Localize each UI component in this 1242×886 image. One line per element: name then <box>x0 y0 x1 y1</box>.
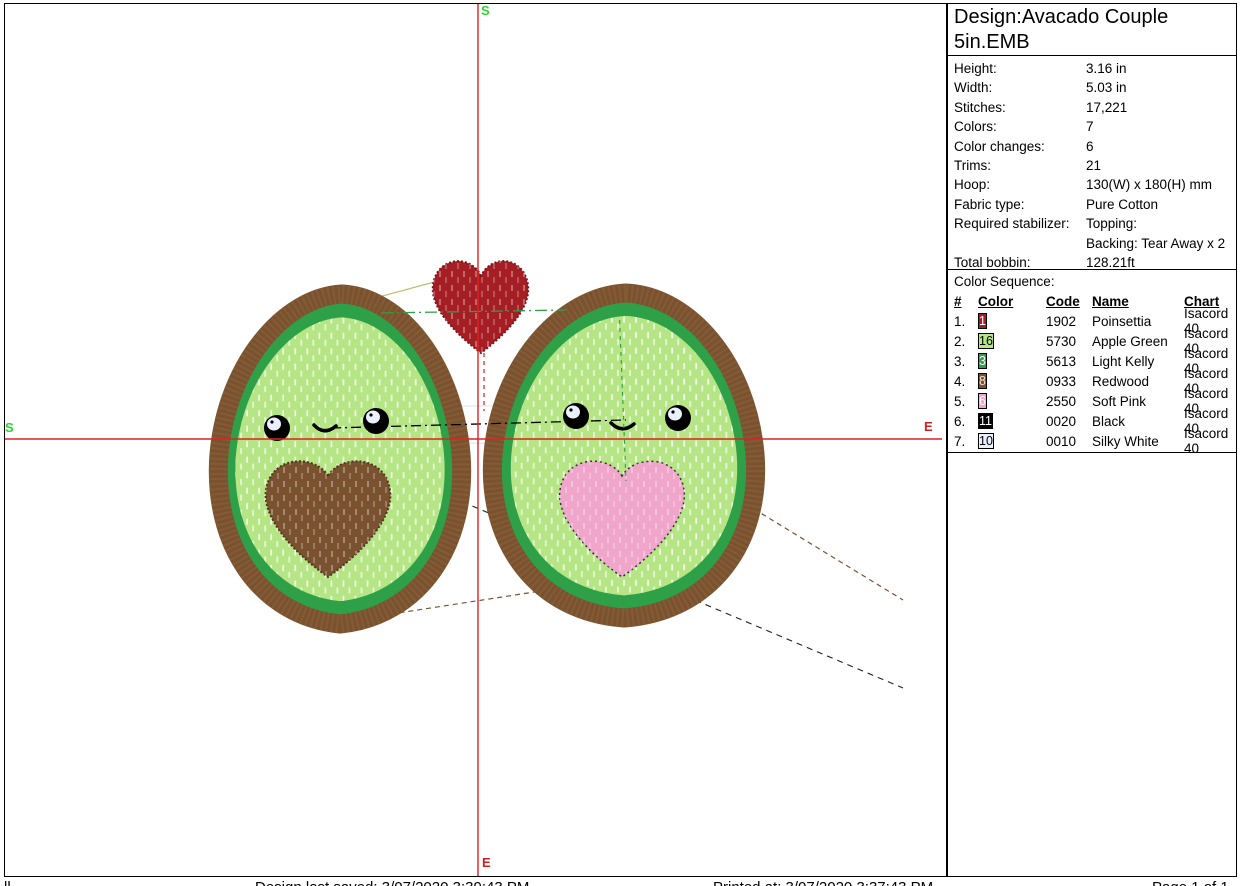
thread-swatch: 8 <box>978 373 987 389</box>
thread-code: 0010 <box>1046 434 1092 449</box>
thread-swatch: 6 <box>978 393 987 409</box>
thread-code: 0020 <box>1046 414 1092 429</box>
thread-swatch: 16 <box>978 333 994 349</box>
col-code: Code <box>1046 294 1092 309</box>
swatch-cell: 8 <box>978 373 1046 389</box>
row-num: 2. <box>954 334 978 349</box>
spec-value: Pure Cotton <box>1086 195 1236 214</box>
design-canvas <box>4 3 947 877</box>
row-num: 7. <box>954 434 978 449</box>
thread-name: Black <box>1092 414 1184 429</box>
spec-value: 21 <box>1086 156 1236 175</box>
spec-fabric: Fabric type: Pure Cotton <box>954 195 1236 214</box>
spec-colors: Colors: 7 <box>954 117 1236 136</box>
spec-label: Colors: <box>954 117 1086 136</box>
col-color: Color <box>978 294 1046 309</box>
swatch-cell: 1 <box>978 313 1046 329</box>
left-avocado <box>218 294 461 624</box>
print-preview-page: S S E E Design:Avacado Couple 5in.EMB He… <box>0 0 1242 886</box>
footer-printed-at: Printed at: 3/07/2020 3:37:43 PM <box>713 879 933 886</box>
swatch-cell: 3 <box>978 353 1046 369</box>
design-title: Design:Avacado Couple 5in.EMB <box>954 6 1168 53</box>
right-avocado <box>492 293 755 618</box>
spec-label: Fabric type: <box>954 195 1086 214</box>
design-specs-box: Height: 3.16 in Width: 5.03 in Stitches:… <box>947 55 1237 270</box>
design-title-box: Design:Avacado Couple 5in.EMB <box>947 3 1237 56</box>
thread-chart: Isacord 40 <box>1184 426 1230 456</box>
spec-label: Required stabilizer: <box>954 214 1086 253</box>
thread-name: Poinsettia <box>1092 314 1184 329</box>
thread-code: 0933 <box>1046 374 1092 389</box>
stabilizer-backing: Backing: Tear Away x 2 <box>1086 236 1225 251</box>
thread-swatch: 3 <box>978 353 987 369</box>
end-marker-right: E <box>924 420 933 433</box>
red-heart <box>433 261 529 353</box>
spec-label: Color changes: <box>954 137 1086 156</box>
color-sequence-heading: Color Sequence: <box>954 272 1230 291</box>
start-marker-left: S <box>5 421 14 434</box>
spec-value: 5.03 in <box>1086 78 1236 97</box>
row-num: 5. <box>954 394 978 409</box>
col-name: Name <box>1092 294 1184 309</box>
swatch-cell: 6 <box>978 393 1046 409</box>
col-num: # <box>954 294 978 309</box>
swatch-cell: 16 <box>978 333 1046 349</box>
swatch-cell: 11 <box>978 413 1046 429</box>
footer-fragment: ll <box>4 879 11 886</box>
stabilizer-topping: Topping: <box>1086 216 1137 231</box>
spec-stitches: Stitches: 17,221 <box>954 98 1236 117</box>
thread-name: Apple Green <box>1092 334 1184 349</box>
spec-value: Topping: Backing: Tear Away x 2 <box>1086 214 1236 253</box>
thread-code: 2550 <box>1046 394 1092 409</box>
spec-color-changes: Color changes: 6 <box>954 137 1236 156</box>
row-num: 6. <box>954 414 978 429</box>
spec-label: Hoop: <box>954 175 1086 194</box>
footer-page-number: Page 1 of 1 <box>1152 879 1229 886</box>
spec-width: Width: 5.03 in <box>954 78 1236 97</box>
row-num: 3. <box>954 354 978 369</box>
spec-value: 6 <box>1086 137 1236 156</box>
spec-value: 3.16 in <box>1086 59 1236 78</box>
swatch-cell: 10 <box>978 433 1046 449</box>
spec-value: 130(W) x 180(H) mm <box>1086 175 1236 194</box>
spec-hoop: Hoop: 130(W) x 180(H) mm <box>954 175 1236 194</box>
end-marker-bottom: E <box>482 856 491 869</box>
thread-swatch: 10 <box>978 433 994 449</box>
spec-trims: Trims: 21 <box>954 156 1236 175</box>
thread-code: 5730 <box>1046 334 1092 349</box>
spec-value: 7 <box>1086 117 1236 136</box>
spec-label: Stitches: <box>954 98 1086 117</box>
row-num: 1. <box>954 314 978 329</box>
thread-name: Light Kelly <box>1092 354 1184 369</box>
thread-name: Redwood <box>1092 374 1184 389</box>
thread-code: 1902 <box>1046 314 1092 329</box>
spec-label: Width: <box>954 78 1086 97</box>
color-sequence-box: Color Sequence: # Color Code Name Chart … <box>947 269 1237 877</box>
thread-code: 5613 <box>1046 354 1092 369</box>
thread-swatch: 11 <box>978 413 993 429</box>
spec-label: Height: <box>954 59 1086 78</box>
spec-stabilizer: Required stabilizer: Topping: Backing: T… <box>954 214 1236 253</box>
thread-name: Silky White <box>1092 434 1184 449</box>
thread-name: Soft Pink <box>1092 394 1184 409</box>
embroidery-preview <box>5 4 946 876</box>
footer-design-saved: Design last saved: 3/07/2020 3:39:43 PM <box>255 879 529 886</box>
spec-height: Height: 3.16 in <box>954 59 1236 78</box>
crosshair <box>5 4 942 876</box>
spec-value: 17,221 <box>1086 98 1236 117</box>
thread-swatch: 1 <box>978 313 987 329</box>
spec-label: Trims: <box>954 156 1086 175</box>
row-num: 4. <box>954 374 978 389</box>
color-row: 7. 10 0010 Silky White Isacord 40 <box>954 431 1230 451</box>
start-marker-top: S <box>481 4 490 17</box>
